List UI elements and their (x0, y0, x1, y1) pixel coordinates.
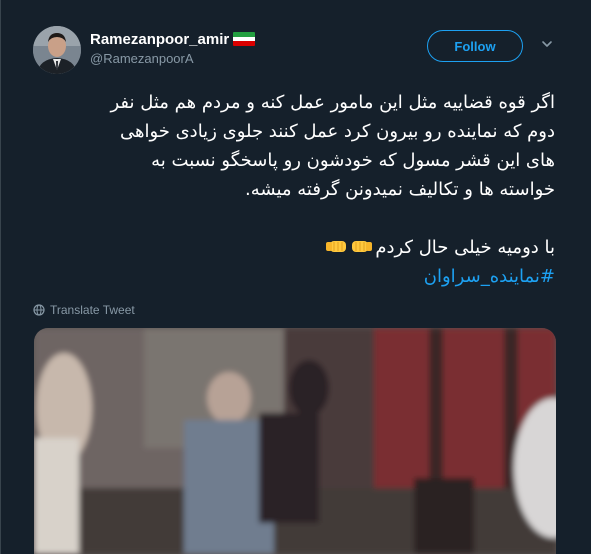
globe-icon (33, 304, 45, 316)
hashtag-link[interactable]: #نماینده_سراوان (25, 262, 555, 291)
tweet-closing-line: با دومیه خیلی حال کردم (25, 233, 555, 262)
fist-bump-icon (352, 241, 373, 252)
tweet-card: Ramezanpoor_amir @RamezanpoorA Follow اگ… (0, 0, 591, 554)
translate-tweet-link[interactable]: Translate Tweet (33, 303, 135, 317)
translate-label: Translate Tweet (50, 303, 135, 317)
chevron-down-icon[interactable] (541, 38, 553, 50)
video-frame (34, 328, 556, 554)
closing-text: با دومیه خیلی حال کردم (375, 237, 555, 258)
name-row: Ramezanpoor_amir (90, 28, 256, 50)
tweet-text-line: خواسته ها و تکالیف نمیدونن گرفته میشه. (245, 179, 555, 200)
display-name[interactable]: Ramezanpoor_amir (90, 31, 229, 48)
avatar[interactable] (33, 26, 81, 74)
fist-bump-icon (326, 241, 347, 252)
iran-flag-icon (233, 32, 256, 46)
tweet-text-line: اگر قوه قضاییه مثل این مامور عمل کنه و م… (110, 92, 555, 113)
user-handle[interactable]: @RamezanpoorA (90, 51, 194, 66)
tweet-text: اگر قوه قضاییه مثل این مامور عمل کنه و م… (25, 88, 555, 291)
tweet-text-line: های این قشر مسول که خودشون رو پاسخگو نسب… (151, 150, 555, 171)
video-thumbnail[interactable] (34, 328, 556, 554)
tweet-text-line: دوم که نماینده رو بیرون کرد عمل کنند جلو… (119, 121, 555, 142)
follow-button[interactable]: Follow (427, 30, 523, 62)
